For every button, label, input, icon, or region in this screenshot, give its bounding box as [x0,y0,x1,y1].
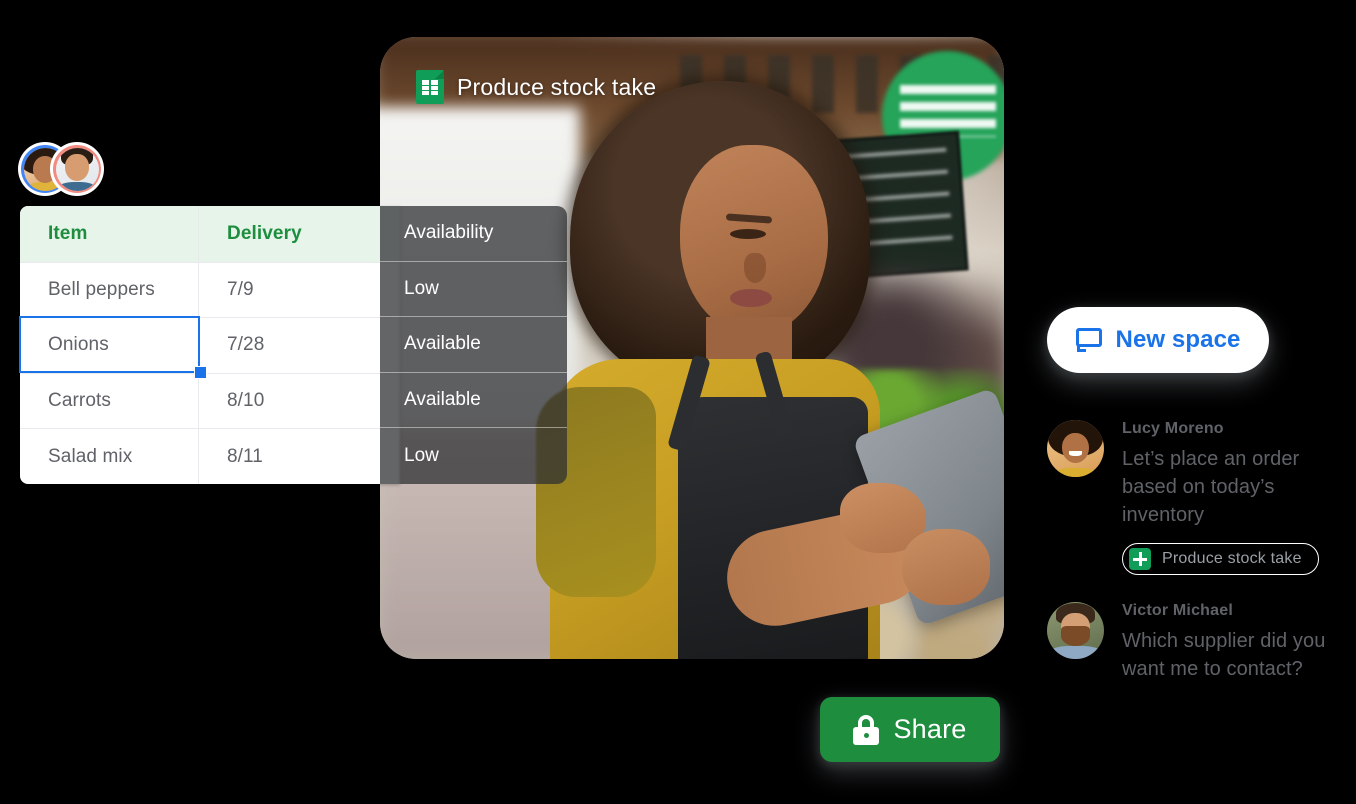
chat-message-body: Lucy Moreno Let’s place an order based o… [1122,420,1332,575]
availability-column-overlay: Availability Low Available Available Low [380,206,567,484]
cell-item[interactable]: Carrots [20,373,199,429]
cell-delivery[interactable]: 7/28 [199,318,400,373]
avatar-man[interactable] [50,142,104,196]
cell-availability[interactable]: Low [380,428,567,484]
document-title: Produce stock take [457,73,657,100]
column-header-item[interactable]: Item [20,206,199,262]
sheets-grid-vline [429,80,431,95]
table-row: Salad mix 8/11 [20,428,400,484]
new-space-label: New space [1115,326,1241,353]
new-space-button[interactable]: New space [1047,307,1269,373]
chat-message-sender: Lucy Moreno [1122,420,1224,437]
avatar-shirt [1054,467,1096,477]
google-sheets-icon [1129,548,1151,570]
avatar-shirt [1050,646,1101,659]
document-title-bar: Produce stock take [416,70,656,104]
cell-item[interactable]: Salad mix [20,429,199,484]
share-button[interactable]: Share [820,697,1000,762]
chat-message-text: Let’s place an order based on today’s in… [1122,448,1300,526]
avatar-beard [1060,625,1091,647]
cell-availability[interactable]: Low [380,262,567,318]
chat-message: Lucy Moreno Let’s place an order based o… [1047,420,1347,575]
cell-availability[interactable]: Available [380,373,567,429]
chat-message: Victor Michael Which supplier did you wa… [1047,602,1347,683]
chat-bubble-icon [1075,328,1102,352]
column-header-availability[interactable]: Availability [380,206,567,262]
cell-delivery[interactable]: 7/9 [199,262,400,318]
lock-keyhole [863,732,869,738]
cell-availability[interactable]: Available [380,317,567,373]
attachment-chip[interactable]: Produce stock take [1122,543,1319,575]
table-row: Carrots 8/10 [20,372,400,429]
avatar-face [1061,432,1090,464]
person-nose [744,253,766,283]
spreadsheet-table: Item Delivery Bell peppers 7/9 Onions 7/… [19,206,567,484]
cell-delivery[interactable]: 8/10 [199,373,400,429]
photo-person [530,67,1004,659]
avatar-ring-red [53,145,101,193]
column-header-delivery[interactable]: Delivery [199,206,400,262]
person-hand-right [902,529,990,605]
avatar[interactable] [1047,602,1104,659]
share-button-label: Share [893,714,967,744]
avatar-shirt [58,181,96,191]
table-row: Onions 7/28 [20,317,400,373]
spreadsheet-white-columns: Item Delivery Bell peppers 7/9 Onions 7/… [20,206,400,484]
table-row: Bell peppers 7/9 [20,261,400,318]
person-eye [730,229,766,239]
chat-message-body: Victor Michael Which supplier did you wa… [1122,602,1332,683]
avatar[interactable] [1047,420,1104,477]
screenshot-stage: Produce stock take Item Delivery Bell pe… [0,0,1356,804]
cell-item[interactable]: Bell peppers [20,262,199,318]
chat-message-text: Which supplier did you want me to contac… [1122,630,1326,680]
chat-bubble-tail [1076,344,1086,352]
collaborator-avatars [18,142,104,196]
sheets-grid-glyph [422,80,438,95]
fill-handle[interactable] [194,366,207,379]
attachment-chip-label: Produce stock take [1162,550,1302,567]
lock-icon [853,714,880,745]
cell-delivery[interactable]: 8/11 [199,429,400,484]
google-sheets-icon [416,70,444,104]
table-header-row: Item Delivery [20,206,400,262]
person-lips [730,289,772,307]
avatar-photo-man [55,147,99,191]
chat-message-sender: Victor Michael [1122,602,1233,619]
cell-item[interactable]: Onions [20,318,199,373]
